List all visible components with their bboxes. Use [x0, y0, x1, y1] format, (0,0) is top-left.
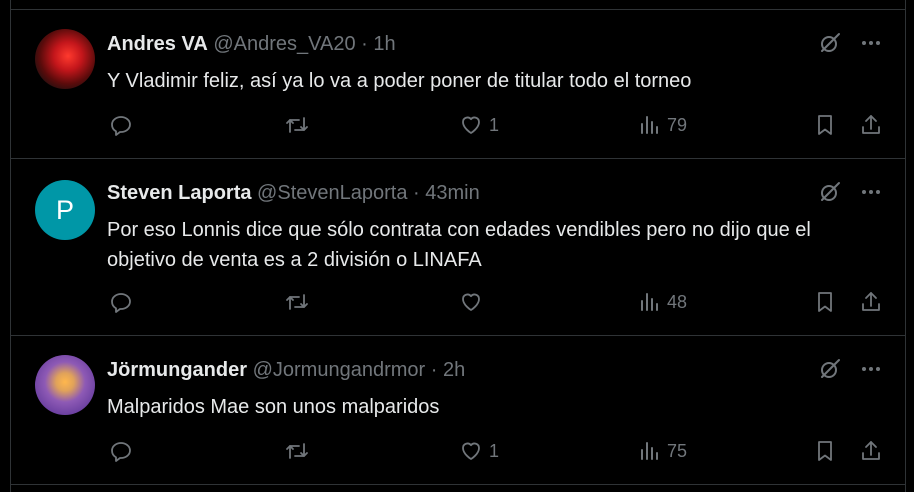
tweet-text: Y Vladimir feliz, así ya lo va a poder p… [107, 70, 692, 92]
tweet-header: Steven Laporta @StevenLaporta · 43min [107, 182, 480, 205]
retweet-button[interactable] [285, 287, 309, 317]
tweet-actions: 48 [11, 287, 905, 317]
more-icon[interactable] [859, 357, 883, 381]
tweet-text: Malparidos Mae son unos malparidos [107, 396, 440, 418]
like-count: 1 [489, 114, 500, 135]
retweet-icon [286, 294, 308, 310]
retweet-icon [286, 443, 308, 459]
grok-icon[interactable] [818, 31, 842, 55]
grok-icon[interactable] [818, 180, 842, 204]
tweet[interactable]: P Steven Laporta @StevenLaporta · 43min … [11, 159, 905, 336]
separator: · [355, 33, 374, 55]
timestamp[interactable]: 2h [443, 359, 465, 381]
more-icon[interactable] [859, 180, 883, 204]
views-icon [641, 442, 658, 460]
like-count: 1 [489, 440, 500, 461]
reply-button[interactable] [109, 287, 133, 317]
share-icon [862, 292, 880, 311]
like-button[interactable] [459, 287, 489, 317]
views-button[interactable]: 75 [637, 436, 687, 466]
retweet-button[interactable] [285, 436, 309, 466]
separator: · [407, 182, 426, 204]
bookmark-icon [818, 292, 832, 312]
view-count: 79 [667, 114, 688, 135]
view-count: 48 [667, 291, 688, 312]
tweet[interactable]: Jörmungander @Jormungandrmor · 2h Malpar… [11, 336, 905, 485]
like-button[interactable]: 1 [459, 110, 499, 140]
share-button[interactable] [859, 110, 883, 140]
bookmark-button[interactable] [813, 287, 837, 317]
user-handle[interactable]: @StevenLaporta [257, 182, 407, 204]
tweet-actions: 1 79 [11, 110, 905, 140]
share-button[interactable] [859, 436, 883, 466]
views-button[interactable]: 79 [637, 110, 687, 140]
user-handle[interactable]: @Andres_VA20 [213, 33, 355, 55]
reply-icon [111, 116, 131, 136]
timeline: Andres VA @Andres_VA20 · 1h Y Vladimir f… [10, 0, 906, 492]
share-button[interactable] [859, 287, 883, 317]
timestamp[interactable]: 43min [425, 182, 479, 204]
reply-icon [111, 442, 131, 462]
user-name[interactable]: Andres VA [107, 33, 208, 55]
tweet-header: Andres VA @Andres_VA20 · 1h [107, 33, 396, 56]
heart-icon [462, 442, 480, 460]
share-icon [862, 441, 880, 460]
bookmark-button[interactable] [813, 110, 837, 140]
like-button[interactable]: 1 [459, 436, 499, 466]
reply-icon [111, 293, 131, 313]
reply-button[interactable] [109, 110, 133, 140]
user-handle[interactable]: @Jormungandrmor [253, 359, 426, 381]
avatar[interactable] [35, 355, 95, 415]
tweet-actions: 1 75 [11, 436, 905, 466]
timestamp[interactable]: 1h [373, 33, 395, 55]
separator: · [425, 359, 443, 381]
heart-icon [462, 293, 480, 311]
share-icon [862, 115, 880, 134]
heart-icon [462, 116, 480, 134]
retweet-button[interactable] [285, 110, 309, 140]
avatar[interactable] [35, 29, 95, 89]
reply-button[interactable] [109, 436, 133, 466]
tweet[interactable]: Andres VA @Andres_VA20 · 1h Y Vladimir f… [11, 10, 905, 159]
avatar[interactable]: P [35, 180, 95, 240]
views-icon [641, 293, 658, 311]
tweet-text: Por eso Lonnis dice que sólo contrata co… [107, 219, 811, 271]
views-button[interactable]: 48 [637, 287, 687, 317]
more-icon[interactable] [859, 31, 883, 55]
bookmark-icon [818, 115, 832, 135]
bookmark-icon [818, 441, 832, 461]
avatar-letter: P [55, 194, 74, 225]
bookmark-button[interactable] [813, 436, 837, 466]
views-icon [641, 116, 658, 134]
user-name[interactable]: Steven Laporta [107, 182, 251, 204]
grok-icon[interactable] [818, 357, 842, 381]
tweet-header: Jörmungander @Jormungandrmor · 2h [107, 359, 465, 382]
view-count: 75 [667, 440, 688, 461]
user-name[interactable]: Jörmungander [107, 359, 247, 381]
retweet-icon [286, 117, 308, 133]
